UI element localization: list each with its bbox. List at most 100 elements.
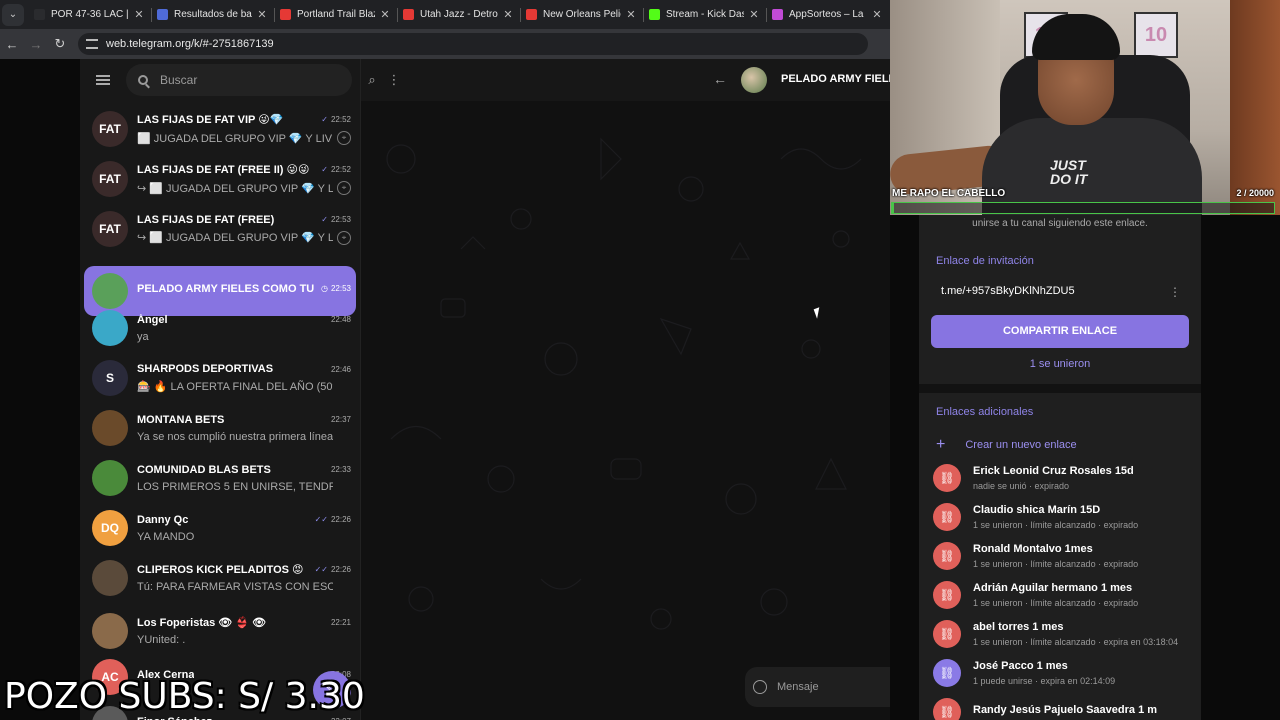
chat-list-item[interactable]: FAT LAS FIJAS DE FAT VIP 😜💎 ✓ 22:52 ⬜ JUGADA…: [84, 104, 356, 154]
url-field[interactable]: web.telegram.org/k/#-2751867139: [78, 33, 868, 55]
chat-title[interactable]: PELADO ARMY FIELES: [781, 73, 890, 85]
close-tab-icon[interactable]: ✕: [625, 8, 637, 21]
tab-favicon: [649, 9, 660, 20]
close-tab-icon[interactable]: ✕: [871, 8, 883, 21]
chat-item-body: MONTANA BETS 22:37 Ya se nos cumplió nuest…: [137, 414, 351, 443]
link-status: 1 se unieron · límite alcanzado · expira…: [973, 559, 1139, 569]
invite-heading: Enlace de invitación: [936, 255, 1034, 267]
reload-icon[interactable]: ↻: [48, 36, 72, 52]
close-tab-icon[interactable]: ✕: [256, 8, 268, 21]
browser-tab[interactable]: AppSorteos – La Rule ✕: [766, 0, 889, 29]
invite-link-item[interactable]: ⛓ abel torres 1 mes 1 se unieron · límite …: [933, 616, 1195, 652]
link-icon: ⛓: [933, 542, 961, 570]
back-icon[interactable]: ←: [0, 37, 24, 52]
site-settings-icon[interactable]: [86, 39, 98, 49]
chat-preview: ya: [137, 330, 149, 343]
chat-avatar[interactable]: [741, 67, 767, 93]
link-text: Erick Leonid Cruz Rosales 15d nadie se un…: [973, 465, 1134, 491]
close-tab-icon[interactable]: ✕: [748, 8, 760, 21]
chat-list-item[interactable]: COMUNIDAD BLAS BETS 22:33 LOS PRIMEROS 5 E…: [84, 453, 356, 503]
share-link-button[interactable]: COMPARTIR ENLACE: [931, 315, 1189, 348]
chat-item-body: Ángel 22:48 ya: [137, 314, 351, 343]
browser-tab[interactable]: Utah Jazz - Detroit Pi ✕: [397, 0, 520, 29]
goal-title: ME RAPO EL CABELLO: [892, 188, 1006, 199]
menu-icon[interactable]: [96, 75, 110, 85]
forward-icon[interactable]: →: [24, 37, 48, 52]
webcam-overlay: 10 10 JUSTDO IT ME RAPO EL CABELLO 2 / 2…: [890, 0, 1280, 215]
chat-name: SHARPODS DEPORTIVAS: [137, 363, 274, 375]
chat-avatar: [92, 310, 128, 346]
shirt-logo: JUST DO IT: [1050, 157, 1088, 187]
chat-list-item[interactable]: DQ Danny Qc ✓✓ 22:26 YA MANDO: [84, 503, 356, 553]
chat-name: LAS FIJAS DE FAT VIP 😜💎: [137, 114, 284, 126]
close-tab-icon[interactable]: ✕: [133, 8, 145, 21]
chat-avatar: S: [92, 360, 128, 396]
chat-item-body: LAS FIJAS DE FAT (FREE) ✓ 22:53 ↪ ⬜ JUGADA …: [137, 214, 351, 245]
chat-avatar: [92, 410, 128, 446]
browser-tab[interactable]: New Orleans Pelicans ✕: [520, 0, 643, 29]
tab-search-button[interactable]: ⌄: [2, 3, 24, 26]
invite-link-item[interactable]: ⛓ Ronald Montalvo 1mes 1 se unieron · lími…: [933, 538, 1195, 574]
create-link-label: Crear un nuevo enlace: [965, 439, 1077, 451]
close-tab-icon[interactable]: ✕: [379, 8, 391, 21]
browser-tab[interactable]: Portland Trail Blazers ✕: [274, 0, 397, 29]
more-options-icon[interactable]: ⋮: [383, 72, 405, 88]
chat-avatar: FAT: [92, 161, 128, 197]
tab-title: Resultados de balonc: [174, 9, 252, 20]
link-text: Adrián Aguilar hermano 1 mes 1 se unieron…: [973, 582, 1138, 608]
create-link-button[interactable]: + Crear un nuevo enlace: [936, 436, 1077, 454]
link-options-icon[interactable]: ⋮: [1169, 285, 1181, 299]
invite-note: unirse a tu canal siguiendo este enlace.: [972, 218, 1148, 229]
pinned-icon: ⌖: [337, 131, 351, 145]
tab-title: New Orleans Pelicans: [543, 9, 621, 20]
chat-time-text: 22:48: [330, 315, 351, 324]
chat-time-text: 22:46: [330, 364, 351, 374]
goal-progress-bar: [891, 202, 1275, 214]
emoji-icon[interactable]: [753, 680, 767, 694]
chat-time: 22:33: [328, 465, 351, 474]
invite-link-item[interactable]: ⛓ Erick Leonid Cruz Rosales 15d nadie se u…: [933, 460, 1195, 496]
invite-link-item[interactable]: ⛓ Randy Jesús Pajuelo Saavedra 1 m: [933, 694, 1195, 720]
tab-title: Stream - Kick Dashbo: [666, 9, 744, 20]
chat-name: PELADO ARMY FIELES COMO TU ...: [137, 282, 317, 295]
plus-icon: +: [936, 436, 946, 453]
chat-header: ⌕ ⋮ ← PELADO ARMY FIELES: [361, 59, 890, 101]
link-icon: ⛓: [933, 464, 961, 492]
chat-list-item[interactable]: Los Foperistas 👁 👙 👁 22:21 YUnited: .: [84, 606, 356, 656]
tab-favicon: [280, 9, 291, 20]
invite-link-item[interactable]: ⛓ Adrián Aguilar hermano 1 mes 1 se uniero…: [933, 577, 1195, 613]
chat-list-item[interactable]: S SHARPODS DEPORTIVAS 22:46 🎰 🔥 LA OFERTA F…: [84, 353, 356, 403]
invite-link-item[interactable]: ⛓ Claudio shica Marín 15D 1 se unieron · l…: [933, 499, 1195, 535]
chat-list-item[interactable]: MONTANA BETS 22:37 Ya se nos cumplió nuest…: [84, 403, 356, 453]
chat-item-body: CLIPEROS KICK PELADITOS 😡 ✓✓ 22:26 Tú: PARA…: [137, 563, 351, 593]
joined-count-link[interactable]: 1 se unieron: [919, 358, 1201, 370]
search-icon[interactable]: ⌕: [361, 72, 383, 88]
additional-links-heading: Enlaces adicionales: [936, 406, 1034, 418]
browser-tab[interactable]: POR 47-36 LAC | Por ✕: [28, 0, 151, 29]
goal-progress-fill: [892, 203, 894, 213]
back-arrow-icon[interactable]: ←: [713, 71, 727, 87]
link-title: José Pacco 1 mes: [973, 660, 1068, 672]
chat-avatar: [92, 613, 128, 649]
tab-favicon: [157, 9, 168, 20]
chat-list-item[interactable]: CLIPEROS KICK PELADITOS 😡 ✓✓ 22:26 Tú: PARA…: [84, 553, 356, 603]
pinned-icon: ⌖: [337, 230, 351, 245]
browser-tab[interactable]: Stream - Kick Dashbo ✕: [643, 0, 766, 29]
chat-time: ✓ 22:52: [321, 115, 351, 124]
chat-list-item[interactable]: FAT LAS FIJAS DE FAT (FREE II) 😜😜 ✓ 22:52 ↪ …: [84, 154, 356, 204]
invite-link-item[interactable]: ⛓ José Pacco 1 mes 1 puede unirse · expira…: [933, 655, 1195, 691]
message-input[interactable]: Mensaje: [745, 667, 890, 707]
chat-name: LAS FIJAS DE FAT (FREE II) 😜😜: [137, 164, 310, 176]
search-input[interactable]: Buscar: [126, 64, 352, 96]
invite-link[interactable]: t.me/+957sBkyDKlNhZDU5: [941, 285, 1075, 297]
browser-tab[interactable]: Resultados de balonc ✕: [151, 0, 274, 29]
close-tab-icon[interactable]: ✕: [502, 8, 514, 21]
chat-time: 22:46: [328, 365, 351, 374]
chat-preview: LOS PRIMEROS 5 EN UNIRSE, TENDRÁN U...: [137, 480, 333, 493]
chat-item-body: SHARPODS DEPORTIVAS 22:46 🎰 🔥 LA OFERTA FI…: [137, 363, 351, 393]
link-text: Claudio shica Marín 15D 1 se unieron · lí…: [973, 504, 1138, 530]
tab-favicon: [526, 9, 537, 20]
chat-list-item[interactable]: FAT LAS FIJAS DE FAT (FREE) ✓ 22:53 ↪ ⬜ JUGA…: [84, 204, 356, 254]
chat-time: ✓ 22:52: [321, 165, 351, 174]
chat-list-item[interactable]: Ángel 22:48 ya: [84, 303, 356, 353]
